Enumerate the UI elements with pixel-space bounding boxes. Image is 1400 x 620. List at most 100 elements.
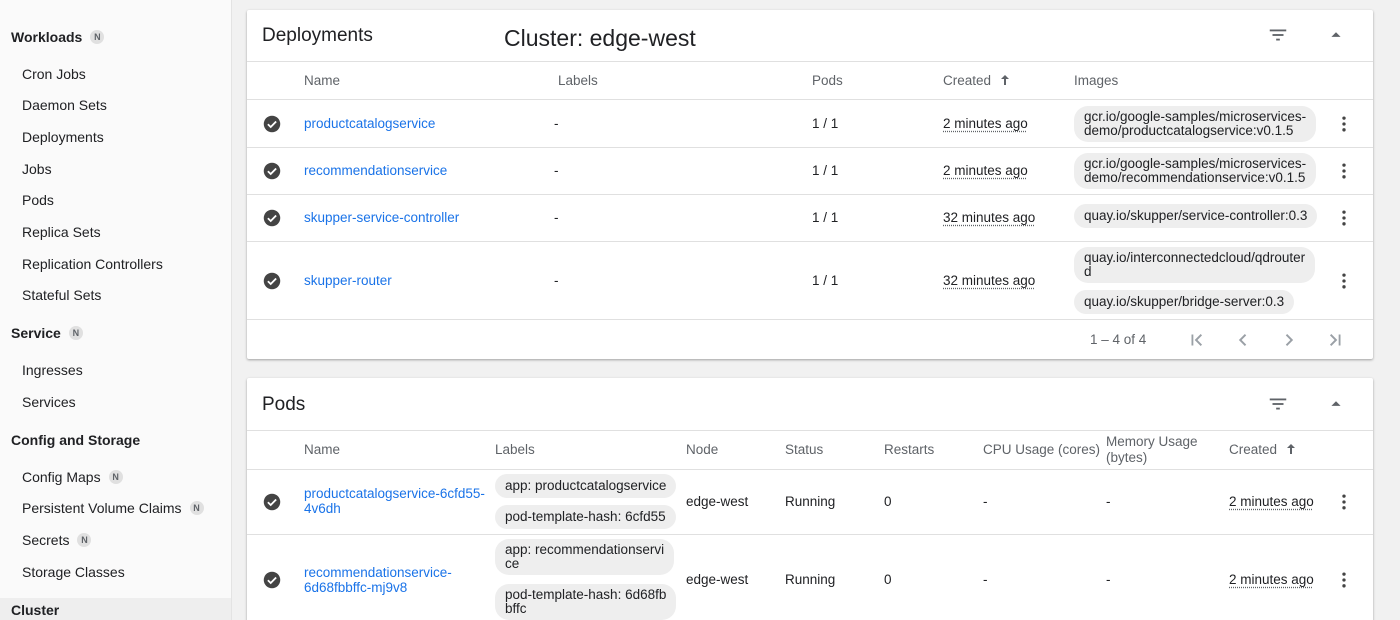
column-header-cpu[interactable]: CPU Usage (cores) (983, 442, 1100, 457)
new-badge: N (69, 326, 83, 340)
deployments-title: Deployments (262, 25, 373, 47)
filter-icon[interactable] (1267, 393, 1289, 415)
divider (247, 99, 1373, 100)
nav-daemon-sets[interactable]: Daemon Sets (22, 97, 107, 113)
column-header-node[interactable]: Node (686, 442, 718, 457)
more-vert-icon[interactable] (1334, 161, 1354, 181)
column-header-restarts[interactable]: Restarts (884, 442, 934, 457)
new-badge: N (190, 501, 204, 515)
created-cell: 32 minutes ago (943, 273, 1035, 288)
check-circle-icon (263, 272, 281, 290)
pod-name-line: 6d68fbbffc-mj9v8 (304, 580, 452, 595)
column-header-labels: Labels (558, 73, 598, 88)
more-vert-icon[interactable] (1334, 208, 1354, 228)
column-header-images: Images (1074, 73, 1118, 88)
created-cell: 2 minutes ago (943, 116, 1028, 131)
nav-deployments[interactable]: Deployments (22, 129, 104, 145)
chip-text: app: recommendationservi (505, 543, 664, 557)
created-cell: 2 minutes ago (1229, 572, 1314, 587)
pods-card: Pods Name Labels Node Status Restarts CP… (247, 378, 1373, 620)
pod-name-link[interactable]: productcatalogservice-6cfd55- 4v6dh (304, 486, 485, 516)
label-chip: pod-template-hash: 6d68fb bffc (495, 584, 676, 620)
nav-stateful-sets[interactable]: Stateful Sets (22, 287, 101, 303)
chip-text: demo/recommendationservice:v0.1.5 (1084, 171, 1305, 185)
column-header-pods[interactable]: Pods (812, 73, 843, 88)
nav-cron-jobs[interactable]: Cron Jobs (22, 66, 86, 82)
check-circle-icon (263, 162, 281, 180)
pod-name-link[interactable]: recommendationservice- 6d68fbbffc-mj9v8 (304, 565, 452, 595)
column-header-label: Created (943, 73, 991, 88)
sidebar: Workloads N Cron Jobs Daemon Sets Deploy… (0, 0, 232, 620)
nav-storage-classes[interactable]: Storage Classes (22, 564, 125, 580)
section-service[interactable]: Service N (11, 325, 83, 341)
nav-replica-sets[interactable]: Replica Sets (22, 224, 101, 240)
image-chip: quay.io/interconnectedcloud/qdrouter d (1074, 247, 1315, 283)
column-header-created[interactable]: Created (943, 73, 1011, 88)
column-header-name[interactable]: Name (304, 73, 340, 88)
section-cluster[interactable]: Cluster (0, 598, 232, 620)
pagination-range: 1 – 4 of 4 (1090, 332, 1146, 347)
deployments-card: Deployments Cluster: edge-west Name Labe… (247, 10, 1373, 359)
deployment-name-link[interactable]: skupper-service-controller (304, 210, 459, 225)
nav-label: Storage Classes (22, 564, 125, 580)
column-header-created[interactable]: Created (1229, 442, 1297, 457)
memory-cell: - (1106, 572, 1111, 587)
more-vert-icon[interactable] (1334, 114, 1354, 134)
pod-name-line: recommendationservice- (304, 565, 452, 580)
chip-text: gcr.io/google-samples/microservices- (1084, 157, 1306, 171)
image-chip: quay.io/skupper/bridge-server:0.3 (1074, 290, 1294, 314)
nav-replication-controllers[interactable]: Replication Controllers (22, 256, 163, 272)
check-circle-icon (263, 493, 281, 511)
more-vert-icon[interactable] (1334, 271, 1354, 291)
nav-secrets[interactable]: Secrets N (22, 532, 91, 548)
column-header-label: Memory Usage (1106, 434, 1198, 450)
chip-text: bffc (505, 602, 527, 616)
prev-page-icon[interactable] (1232, 329, 1254, 351)
more-vert-icon[interactable] (1334, 570, 1354, 590)
deployment-name-link[interactable]: recommendationservice (304, 163, 447, 178)
created-cell: 2 minutes ago (1229, 494, 1314, 509)
deployment-name-link[interactable]: skupper-router (304, 273, 392, 288)
nav-jobs[interactable]: Jobs (22, 161, 52, 177)
column-header-name[interactable]: Name (304, 442, 340, 457)
restarts-cell: 0 (884, 572, 892, 587)
chip-text: ce (505, 557, 519, 571)
sort-arrow-up-icon (1285, 443, 1297, 455)
collapse-icon[interactable] (1325, 393, 1347, 415)
first-page-icon[interactable] (1186, 329, 1208, 351)
image-chip: gcr.io/google-samples/microservices- dem… (1074, 153, 1316, 189)
labels-cell: - (554, 163, 559, 178)
node-cell: edge-west (686, 572, 748, 587)
section-workloads[interactable]: Workloads N (11, 29, 104, 45)
sort-arrow-up-icon (999, 74, 1011, 86)
check-circle-icon (263, 209, 281, 227)
nav-label: Persistent Volume Claims (22, 500, 182, 516)
divider (247, 534, 1373, 535)
filter-icon[interactable] (1267, 24, 1289, 46)
restarts-cell: 0 (884, 494, 892, 509)
last-page-icon[interactable] (1324, 329, 1346, 351)
section-config-storage[interactable]: Config and Storage (11, 432, 140, 448)
new-badge: N (109, 470, 123, 484)
node-cell: edge-west (686, 494, 748, 509)
chip-text: quay.io/skupper/bridge-server:0.3 (1084, 295, 1284, 309)
created-cell: 32 minutes ago (943, 210, 1035, 225)
collapse-icon[interactable] (1325, 24, 1347, 46)
column-header-status[interactable]: Status (785, 442, 823, 457)
nav-persistent-volume-claims[interactable]: Persistent Volume Claims N (22, 500, 204, 516)
divider (247, 241, 1373, 242)
labels-cell: - (554, 116, 559, 131)
memory-cell: - (1106, 494, 1111, 509)
more-vert-icon[interactable] (1334, 492, 1354, 512)
nav-ingresses[interactable]: Ingresses (22, 362, 83, 378)
nav-services[interactable]: Services (22, 394, 76, 410)
next-page-icon[interactable] (1278, 329, 1300, 351)
labels-cell: - (554, 210, 559, 225)
nav-config-maps[interactable]: Config Maps N (22, 469, 123, 485)
chip-text: pod-template-hash: 6d68fb (505, 588, 666, 602)
nav-pods[interactable]: Pods (22, 192, 54, 208)
column-header-memory[interactable]: Memory Usage (bytes) (1106, 434, 1198, 466)
chip-text: gcr.io/google-samples/microservices- (1084, 110, 1306, 124)
image-chip: gcr.io/google-samples/microservices- dem… (1074, 106, 1316, 142)
deployment-name-link[interactable]: productcatalogservice (304, 116, 435, 131)
